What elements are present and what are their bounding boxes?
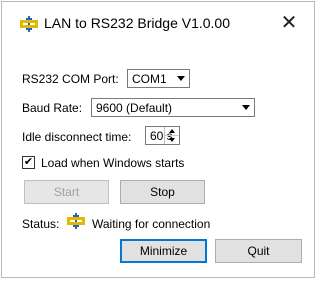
main-panel: RS232 COM Port: COM1 Baud Rate: 9600 (De… — [2, 46, 314, 277]
spin-up-button[interactable] — [165, 127, 179, 136]
start-button-label: Start — [53, 185, 80, 199]
spinner-buttons — [164, 127, 179, 144]
stop-button-label: Stop — [150, 185, 175, 199]
baud-rate-select[interactable]: 9600 (Default) — [91, 98, 255, 117]
baud-rate-label: Baud Rate: — [22, 101, 83, 115]
stop-button[interactable]: Stop — [120, 180, 205, 204]
network-bridge-icon — [67, 213, 85, 229]
minimize-button-label: Minimize — [139, 244, 188, 258]
status-text: Waiting for connection — [92, 217, 211, 231]
idle-disconnect-spinner[interactable]: 60 s — [145, 126, 180, 145]
chevron-down-icon — [238, 99, 254, 116]
title-bar[interactable]: LAN to RS232 Bridge V1.0.00 ✕ — [2, 2, 314, 46]
baud-rate-value: 9600 (Default) — [96, 101, 173, 115]
network-bridge-icon — [20, 16, 38, 32]
close-button[interactable]: ✕ — [272, 8, 306, 38]
window-title: LAN to RS232 Bridge V1.0.00 — [44, 15, 231, 31]
checkmark-icon: ✔ — [23, 156, 34, 168]
com-port-select[interactable]: COM1 — [127, 69, 190, 88]
spin-down-button[interactable] — [165, 136, 179, 144]
start-button[interactable]: Start — [24, 180, 109, 204]
quit-button-label: Quit — [247, 244, 270, 258]
com-port-value: COM1 — [132, 72, 167, 86]
load-on-startup-checkbox[interactable]: ✔ — [22, 156, 35, 169]
quit-button[interactable]: Quit — [215, 239, 302, 263]
minimize-button[interactable]: Minimize — [120, 239, 207, 263]
app-window: LAN to RS232 Bridge V1.0.00 ✕ RS232 COM … — [1, 1, 315, 278]
close-icon: ✕ — [280, 12, 298, 34]
status-label: Status: — [22, 217, 60, 231]
idle-disconnect-label: Idle disconnect time: — [22, 130, 132, 144]
chevron-down-icon — [173, 70, 189, 87]
com-port-label: RS232 COM Port: — [22, 72, 119, 86]
load-on-startup-label[interactable]: Load when Windows starts — [41, 156, 184, 170]
